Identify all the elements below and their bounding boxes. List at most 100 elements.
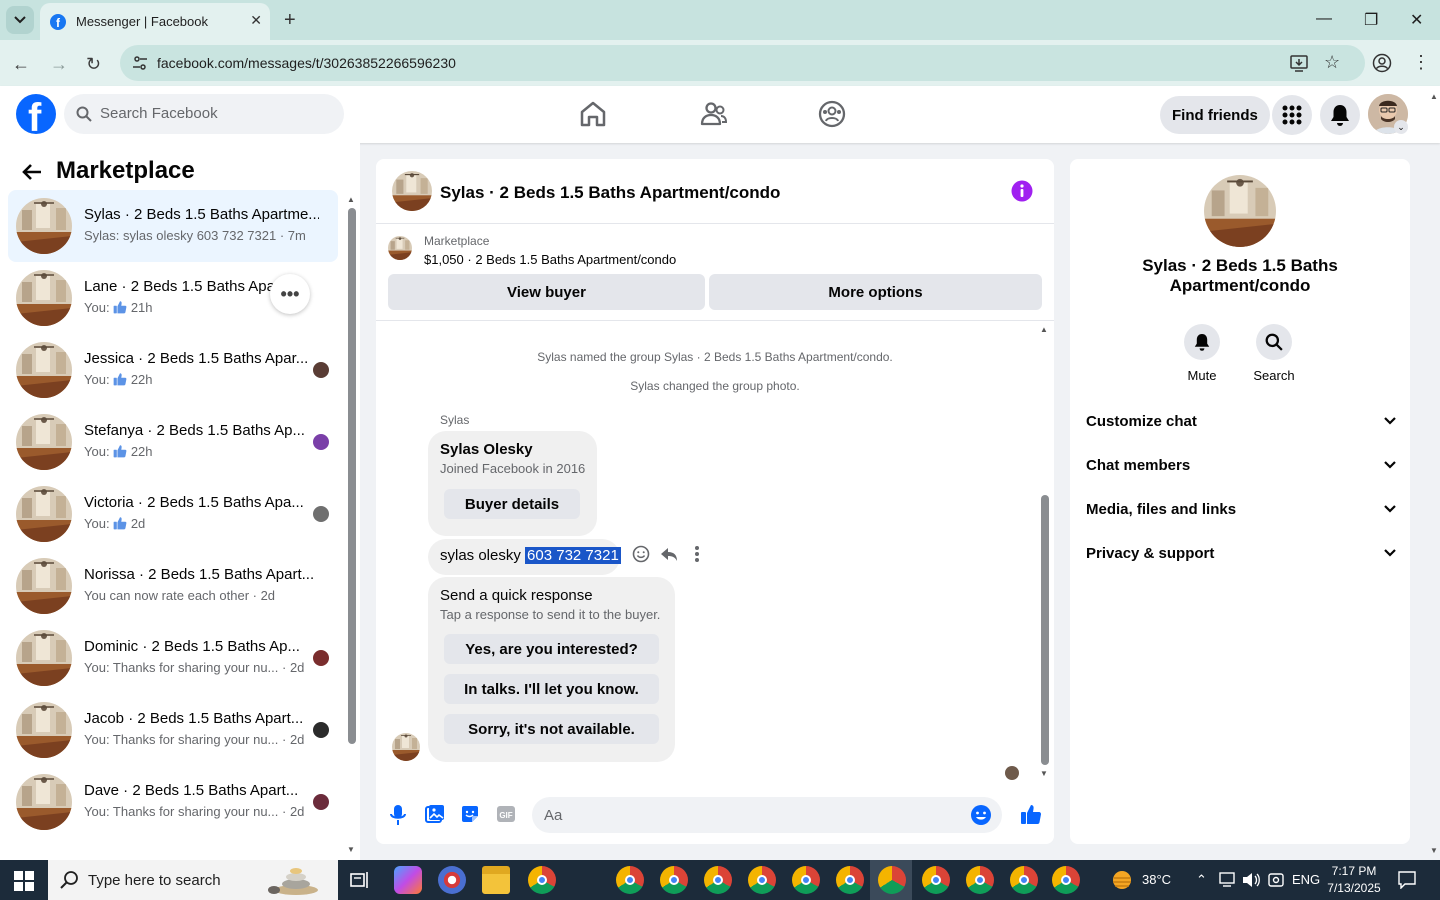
- conversation-item[interactable]: Jessica · 2 Beds 1.5 Baths Apar... You: 2…: [8, 334, 338, 406]
- chrome-profile-app-icon[interactable]: [878, 866, 906, 894]
- gif-icon[interactable]: GIF: [496, 804, 516, 824]
- quick-response-yes-button[interactable]: Yes, are you interested?: [444, 634, 659, 664]
- back-arrow-icon[interactable]: [22, 163, 42, 181]
- message-text[interactable]: sylas olesky 603 732 7321: [440, 547, 621, 564]
- language-indicator[interactable]: ENG: [1292, 872, 1320, 887]
- reply-icon[interactable]: [660, 545, 678, 563]
- mute-button[interactable]: Mute: [1172, 324, 1232, 383]
- info-icon[interactable]: [1011, 180, 1033, 202]
- task-view-icon[interactable]: [350, 871, 370, 889]
- install-app-icon[interactable]: [1290, 54, 1308, 72]
- back-icon[interactable]: ←: [12, 54, 30, 75]
- chat-scroll-down-icon[interactable]: ▼: [1040, 769, 1048, 778]
- notification-center-icon[interactable]: [1398, 871, 1416, 889]
- listing-thumbnail[interactable]: [388, 236, 412, 260]
- sidebar-scrollbar-thumb[interactable]: [348, 208, 356, 744]
- menu-grid-button[interactable]: [1272, 95, 1312, 135]
- chrome-app-icon[interactable]: [922, 866, 950, 894]
- find-friends-button[interactable]: Find friends: [1160, 96, 1270, 134]
- facebook-search-input[interactable]: Search Facebook: [64, 94, 344, 134]
- browser-tab[interactable]: f Messenger | Facebook ✕: [40, 3, 270, 40]
- conversation-more-button[interactable]: •••: [270, 274, 310, 314]
- conversation-item[interactable]: Lane · 2 Beds 1.5 Baths Apart... You: 21h…: [8, 262, 338, 334]
- search-chat-button[interactable]: Search: [1244, 324, 1304, 383]
- new-tab-icon[interactable]: +: [284, 9, 296, 32]
- account-chevron-icon[interactable]: ⌄: [1394, 120, 1408, 134]
- chat-scrollbar-thumb[interactable]: [1041, 495, 1049, 765]
- camera-privacy-icon[interactable]: [1268, 872, 1284, 888]
- browser-menu-icon[interactable]: ⋮: [1412, 52, 1430, 73]
- quick-response-talks-button[interactable]: In talks. I'll let you know.: [444, 674, 659, 704]
- chrome-app-icon[interactable]: [660, 866, 688, 894]
- chat-info-section[interactable]: Customize chat: [1086, 399, 1396, 443]
- home-icon[interactable]: [580, 100, 606, 128]
- more-actions-icon[interactable]: [692, 545, 702, 563]
- minimize-icon[interactable]: —: [1316, 10, 1332, 28]
- group-photo[interactable]: [1204, 175, 1276, 247]
- groups-icon[interactable]: [818, 100, 846, 128]
- page-scroll-down-icon[interactable]: ▼: [1430, 846, 1438, 855]
- microphone-icon[interactable]: [390, 804, 406, 826]
- conversation-item[interactable]: Dave · 2 Beds 1.5 Baths Apart... You: Tha…: [8, 766, 338, 838]
- emoji-icon[interactable]: [970, 804, 992, 826]
- tab-close-icon[interactable]: ✕: [250, 12, 262, 29]
- maximize-icon[interactable]: ❐: [1364, 10, 1378, 30]
- group-avatar[interactable]: [392, 171, 432, 211]
- profile-icon[interactable]: [1372, 53, 1392, 73]
- sender-avatar[interactable]: [392, 733, 420, 761]
- chat-info-section[interactable]: Media, files and links: [1086, 487, 1396, 531]
- conversation-item[interactable]: Norissa · 2 Beds 1.5 Baths Apart... You c…: [8, 550, 338, 622]
- forward-icon[interactable]: →: [50, 54, 68, 75]
- window-close-icon[interactable]: ✕: [1410, 10, 1423, 30]
- weather-icon[interactable]: [1110, 868, 1134, 892]
- message-input[interactable]: Aa: [532, 797, 1002, 833]
- sticker-icon[interactable]: [460, 804, 480, 824]
- chat-info-section[interactable]: Privacy & support: [1086, 531, 1396, 575]
- facebook-logo-icon[interactable]: f: [16, 94, 56, 134]
- chrome-app-icon[interactable]: [836, 866, 864, 894]
- conversation-item[interactable]: Dominic · 2 Beds 1.5 Baths Ap... You: Tha…: [8, 622, 338, 694]
- reload-icon[interactable]: ↻: [86, 54, 101, 75]
- chrome-app-icon[interactable]: [616, 866, 644, 894]
- view-buyer-button[interactable]: View buyer: [388, 274, 705, 310]
- conversation-item[interactable]: Stefanya · 2 Beds 1.5 Baths Ap... You: 22…: [8, 406, 338, 478]
- conversation-item[interactable]: Victoria · 2 Beds 1.5 Baths Apa... You: 2…: [8, 478, 338, 550]
- chrome-app-icon[interactable]: [792, 866, 820, 894]
- react-emoji-icon[interactable]: [632, 545, 650, 563]
- app-icon[interactable]: [438, 866, 466, 894]
- copilot-app-icon[interactable]: [394, 866, 422, 894]
- conversation-item[interactable]: Jacob · 2 Beds 1.5 Baths Apart... You: Th…: [8, 694, 338, 766]
- quick-response-unavailable-button[interactable]: Sorry, it's not available.: [444, 714, 659, 744]
- attach-photo-icon[interactable]: [425, 804, 445, 824]
- friends-icon[interactable]: [700, 100, 728, 128]
- windows-start-icon[interactable]: [14, 871, 34, 891]
- chat-scroll-up-icon[interactable]: ▲: [1040, 325, 1048, 334]
- sidebar-scroll-down-icon[interactable]: ▼: [347, 845, 355, 854]
- chrome-app-icon[interactable]: [966, 866, 994, 894]
- chrome-app-icon[interactable]: [704, 866, 732, 894]
- chrome-app-icon[interactable]: [1010, 866, 1038, 894]
- show-hidden-icons-icon[interactable]: ⌃: [1196, 872, 1207, 888]
- more-options-button[interactable]: More options: [709, 274, 1042, 310]
- listing-title[interactable]: $1,050 · 2 Beds 1.5 Baths Apartment/cond…: [424, 252, 676, 267]
- file-explorer-icon[interactable]: [482, 866, 510, 894]
- site-info-icon[interactable]: [132, 55, 148, 71]
- sidebar-scroll-up-icon[interactable]: ▲: [347, 195, 355, 204]
- buyer-details-button[interactable]: Buyer details: [444, 489, 580, 519]
- tab-search-button[interactable]: [6, 6, 34, 34]
- conversation-item[interactable]: Sylas · 2 Beds 1.5 Baths Apartme... Sylas…: [8, 190, 338, 262]
- notifications-button[interactable]: [1320, 95, 1360, 135]
- chrome-app-icon[interactable]: [748, 866, 776, 894]
- bookmark-star-icon[interactable]: ☆: [1324, 52, 1340, 73]
- network-icon[interactable]: [1218, 872, 1236, 888]
- chat-info-section[interactable]: Chat members: [1086, 443, 1396, 487]
- address-bar[interactable]: facebook.com/messages/t/3026385226659623…: [120, 45, 1365, 81]
- thumbs-up-icon[interactable]: [1020, 803, 1042, 825]
- chrome-app-icon[interactable]: [1052, 866, 1080, 894]
- page-scroll-up-icon[interactable]: ▲: [1430, 92, 1438, 101]
- taskbar-search-input[interactable]: Type here to search: [48, 860, 338, 900]
- chrome-app-icon[interactable]: [528, 866, 556, 894]
- volume-icon[interactable]: [1242, 872, 1260, 888]
- chat-title[interactable]: Sylas · 2 Beds 1.5 Baths Apartment/condo: [440, 183, 780, 203]
- taskbar-clock[interactable]: 7:17 PM 7/13/2025: [1318, 863, 1390, 897]
